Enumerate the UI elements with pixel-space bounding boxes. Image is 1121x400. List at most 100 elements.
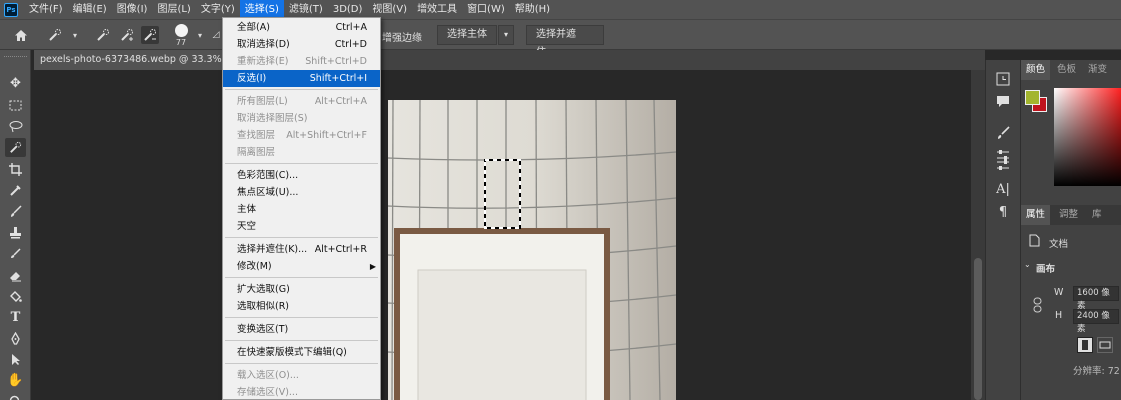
select-menu-item[interactable]: 变换选区(T) — [223, 321, 380, 338]
select-menu-item[interactable]: 取消选择(D) Ctrl+D — [223, 36, 380, 53]
menu-item-label: 取消选择图层(S) — [237, 112, 308, 124]
menu-item-label: 修改(M) — [237, 260, 272, 272]
hand-tool-icon[interactable]: ✋ — [5, 371, 26, 390]
menu-item-shortcut: Ctrl+D — [334, 38, 367, 50]
menu-item[interactable]: 窗口(W) — [462, 0, 510, 19]
brush-size-icon[interactable] — [172, 24, 190, 38]
select-menu-item[interactable]: 全部(A) Ctrl+A — [223, 19, 380, 36]
select-menu-item[interactable]: 主体 — [223, 201, 380, 218]
tab-adjustments[interactable]: 调整 — [1054, 205, 1083, 225]
tab-swatches[interactable]: 色板 — [1052, 60, 1081, 80]
menu-item-shortcut: Alt+Ctrl+R — [314, 243, 367, 255]
type-tool-icon[interactable]: T — [5, 308, 26, 327]
scrollbar-thumb[interactable] — [974, 258, 982, 400]
select-menu-item[interactable]: 色彩范围(C)... — [223, 167, 380, 184]
character-icon[interactable]: A| — [993, 180, 1013, 198]
menu-item[interactable]: 图层(L) — [152, 0, 195, 19]
link-dimensions-icon[interactable] — [1033, 297, 1042, 316]
path-selection-tool-icon[interactable] — [5, 350, 26, 369]
select-menu-item[interactable]: 存储选区(V)... — [223, 384, 380, 400]
menu-item-label: 天空 — [237, 220, 257, 232]
marquee-tool-icon[interactable] — [5, 96, 26, 115]
menu-item-shortcut: Alt+Ctrl+A — [314, 95, 367, 107]
eraser-tool-icon[interactable] — [5, 266, 26, 285]
quick-selection-tool-icon[interactable] — [5, 138, 26, 157]
select-menu-item[interactable]: 选取相似(R) — [223, 298, 380, 315]
tab-properties[interactable]: 属性 — [1021, 205, 1051, 225]
comments-icon[interactable] — [993, 92, 1013, 110]
select-menu-item[interactable]: 取消选择图层(S) — [223, 110, 380, 127]
clone-stamp-tool-icon[interactable] — [5, 223, 26, 242]
menu-item-label: 焦点区域(U)... — [237, 186, 299, 198]
color-picker-field[interactable] — [1054, 88, 1121, 186]
select-menu-item[interactable]: 扩大选取(G) — [223, 281, 380, 298]
tab-gradients[interactable]: 渐变 — [1083, 60, 1112, 80]
submenu-arrow-icon: ▶ — [369, 261, 376, 271]
menu-separator — [225, 89, 378, 90]
paragraph-icon[interactable]: ¶ — [993, 203, 1013, 221]
foreground-color-swatch[interactable] — [1025, 90, 1040, 105]
canvas-section-title: 画布 — [1036, 264, 1056, 275]
section-chevron-icon[interactable]: ⌄ — [1024, 260, 1031, 269]
menu-item[interactable]: 增效工具 — [412, 0, 462, 19]
height-field[interactable]: 2400 像素 — [1073, 309, 1119, 334]
tab-color[interactable]: 颜色 — [1021, 60, 1051, 80]
portrait-orientation-icon[interactable] — [1077, 337, 1093, 353]
menu-item-label: 重新选择(E) — [237, 55, 289, 67]
lasso-tool-icon[interactable] — [5, 117, 26, 136]
menu-item[interactable]: 帮助(H) — [510, 0, 555, 19]
menu-item[interactable]: 编辑(E) — [68, 0, 112, 19]
select-menu-item[interactable]: 在快速蒙版模式下编辑(Q) — [223, 344, 380, 361]
pen-tool-icon[interactable] — [5, 329, 26, 348]
paint-bucket-tool-icon[interactable] — [5, 287, 26, 306]
menu-item[interactable]: 文件(F) — [24, 0, 68, 19]
select-menu-item[interactable]: 焦点区域(U)... — [223, 184, 380, 201]
menu-item-label: 主体 — [237, 203, 257, 215]
menu-item[interactable]: 图像(I) — [112, 0, 153, 19]
menu-separator — [225, 317, 378, 318]
history-icon[interactable] — [993, 70, 1013, 88]
enhance-edge-label[interactable]: 增强边缘 — [382, 29, 422, 44]
quick-select-preset-icon[interactable] — [46, 26, 64, 44]
brush-settings-icon[interactable] — [993, 124, 1013, 142]
history-brush-tool-icon[interactable] — [5, 244, 26, 263]
home-icon[interactable] — [12, 26, 30, 44]
menu-item-label: 变换选区(T) — [237, 323, 289, 335]
select-menu-item[interactable]: 载入选区(O)... — [223, 367, 380, 384]
menu-item-shortcut: Ctrl+A — [335, 21, 367, 33]
chevron-down-icon[interactable]: ▾ — [66, 26, 84, 44]
toolbar-grip[interactable] — [4, 56, 27, 59]
select-menu-item[interactable]: 天空 — [223, 218, 380, 235]
canvas-image[interactable] — [388, 100, 676, 400]
crop-tool-icon[interactable] — [5, 160, 26, 179]
layer-adjust-icon[interactable] — [993, 156, 1013, 174]
menu-separator — [225, 340, 378, 341]
select-subject-button[interactable]: 选择主体 — [437, 25, 497, 45]
select-menu-item[interactable]: 所有图层(L) Alt+Ctrl+A — [223, 93, 380, 110]
select-menu-item[interactable]: 查找图层 Alt+Shift+Ctrl+F — [223, 127, 380, 144]
select-subject-dropdown-icon[interactable]: ▾ — [498, 25, 514, 45]
subtract-from-selection-brush-icon[interactable] — [141, 26, 159, 44]
move-tool-icon[interactable]: ✥ — [5, 74, 26, 93]
add-to-selection-brush-icon[interactable] — [118, 26, 136, 44]
right-panels: 颜色 色板 渐变 属性 调整 库 文档 ⌄ 画布 W 1600 像素 H 240… — [1020, 60, 1121, 400]
eyedropper-tool-icon[interactable] — [5, 181, 26, 200]
menu-item-label: 存储选区(V)... — [237, 386, 298, 398]
tab-libraries[interactable]: 库 — [1087, 205, 1107, 225]
select-menu-item[interactable]: 修改(M) ▶ — [223, 258, 380, 275]
select-menu-item[interactable]: 隔离图层 — [223, 144, 380, 161]
landscape-orientation-icon[interactable] — [1097, 337, 1113, 353]
select-menu-item[interactable]: 重新选择(E) Shift+Ctrl+D — [223, 53, 380, 70]
select-menu-dropdown: 全部(A) Ctrl+A 取消选择(D) Ctrl+D 重新选择(E) Shift+Ctr… — [222, 17, 381, 400]
panel-icon-strip: A| ¶ — [985, 60, 1020, 400]
select-menu-item[interactable]: 选择并遮住(K)... Alt+Ctrl+R — [223, 241, 380, 258]
menu-item-shortcut: Shift+Ctrl+D — [305, 55, 367, 67]
menu-item-label: 选择并遮住(K)... — [237, 243, 308, 255]
select-and-mask-button[interactable]: 选择并遮住... — [526, 25, 604, 58]
new-selection-brush-icon[interactable] — [94, 26, 112, 44]
document-tab[interactable]: pexels-photo-6373486.webp @ 33.3%(RGB — [34, 50, 222, 70]
width-field[interactable]: 1600 像素 — [1073, 286, 1119, 311]
zoom-tool-icon[interactable] — [5, 392, 26, 400]
brush-tool-icon[interactable] — [5, 202, 26, 221]
select-menu-item[interactable]: 反选(I) Shift+Ctrl+I — [223, 69, 380, 87]
